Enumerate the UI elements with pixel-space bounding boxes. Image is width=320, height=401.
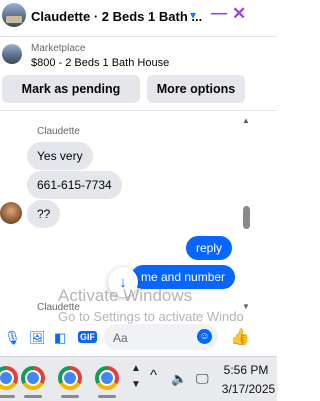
message-bubble[interactable]: ?? [27, 200, 61, 228]
scrollbar-thumb[interactable] [243, 206, 250, 229]
close-icon[interactable]: ✕ [232, 4, 246, 24]
taskbar-indicator [98, 395, 116, 398]
taskbar-indicator [24, 395, 42, 398]
sticker-icon[interactable]: ◧ [54, 330, 66, 346]
like-icon[interactable]: 👍 [230, 327, 250, 347]
avatar[interactable] [0, 202, 22, 224]
emoji-icon[interactable]: ☺ [197, 329, 212, 344]
avatar[interactable] [2, 3, 26, 27]
divider [0, 36, 277, 37]
photo-icon[interactable]: 🖼 [29, 330, 46, 346]
message-bubble[interactable]: Yes very [27, 142, 93, 170]
chevron-down-icon[interactable]: ▾ [190, 8, 196, 22]
message-input-placeholder: Aa [113, 331, 128, 345]
chevron-up-icon[interactable]: ^ [150, 367, 157, 384]
mic-icon[interactable]: 🎙 [4, 330, 21, 346]
minimize-icon[interactable]: — [211, 5, 227, 23]
scroll-up-icon[interactable]: ▲ [242, 116, 250, 125]
chrome-icon[interactable] [21, 366, 45, 390]
chat-title[interactable]: Claudette · 2 Beds 1 Bath ... [31, 9, 202, 24]
listing-label: Marketplace [31, 43, 86, 54]
listing-title[interactable]: $800 - 2 Beds 1 Bath House [31, 57, 169, 69]
mark-as-pending-button[interactable]: Mark as pending [2, 75, 140, 103]
taskbar-indicator [61, 395, 79, 398]
message-bubble[interactable]: 661-615-7734 [27, 171, 122, 199]
chrome-icon[interactable] [95, 366, 119, 390]
more-options-button[interactable]: More options [147, 75, 245, 103]
message-bubble-outgoing[interactable]: reply [186, 236, 233, 260]
activate-windows-subtext: Go to Settings to activate Windo [58, 309, 244, 324]
speaker-icon[interactable]: 🔈 [171, 371, 187, 387]
chrome-icon[interactable] [58, 366, 82, 390]
sender-name: Claudette [37, 126, 80, 137]
activate-windows-watermark: Activate Windows [58, 286, 193, 305]
network-icon[interactable]: 🖵 [196, 371, 209, 387]
clock-date[interactable]: 3/17/2025 [221, 382, 276, 396]
clock-time[interactable]: 5:56 PM [221, 363, 271, 377]
gif-icon[interactable]: GIF [78, 331, 97, 343]
divider [0, 110, 277, 111]
taskbar-scroll-arrows[interactable]: ▲ ▼ [131, 361, 141, 393]
taskbar-indicator [0, 395, 15, 398]
listing-thumbnail[interactable] [2, 44, 22, 64]
